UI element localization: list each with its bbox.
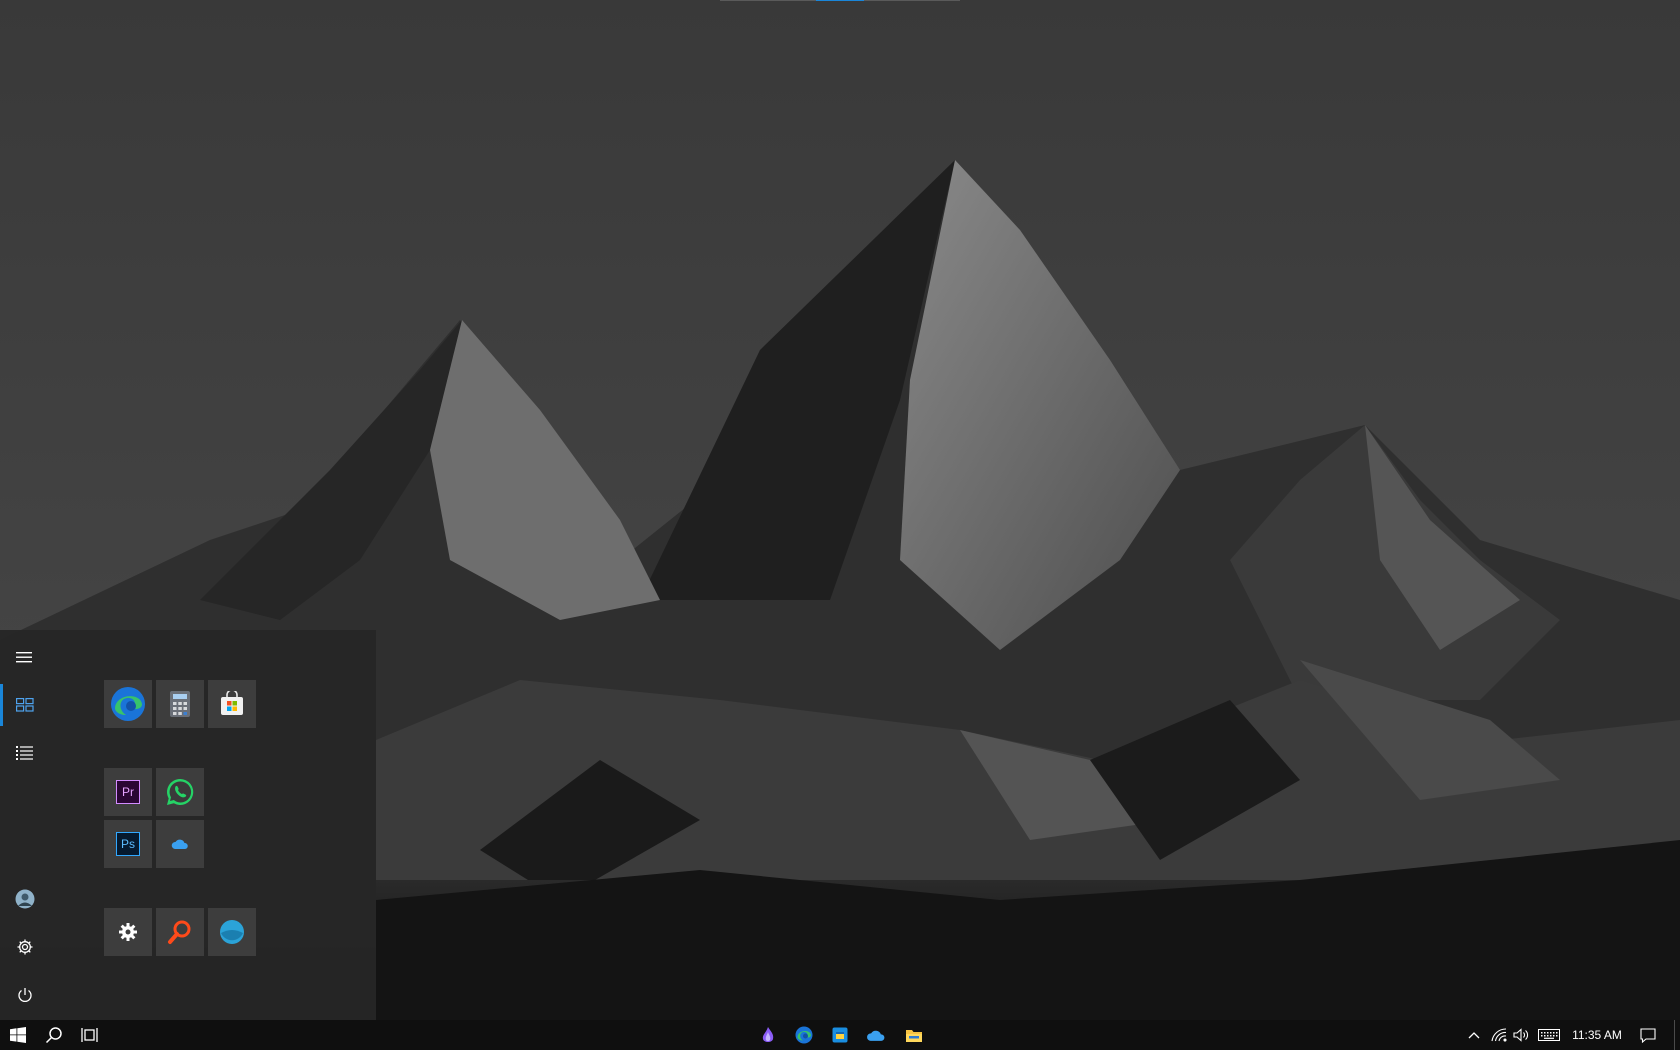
magnifier-icon: [168, 920, 191, 944]
taskbar-edge[interactable]: [786, 1020, 822, 1050]
taskbar-calendar-app[interactable]: [822, 1020, 858, 1050]
blue-app-tile[interactable]: [208, 908, 256, 956]
volume-button[interactable]: [1510, 1020, 1532, 1050]
onedrive-icon: [867, 1030, 885, 1041]
power-icon[interactable]: [0, 972, 50, 1018]
settings-gear-icon[interactable]: [0, 924, 50, 970]
premiere-pro-tile[interactable]: Pr: [104, 768, 152, 816]
show-desktop-button[interactable]: [1674, 1020, 1680, 1050]
edge-icon: [111, 687, 145, 721]
calculator-tile[interactable]: [156, 680, 204, 728]
photoshop-tile[interactable]: Ps: [104, 820, 152, 868]
calendar-app-icon: [832, 1027, 848, 1043]
action-center-icon: [1640, 1027, 1656, 1043]
onedrive-icon: [171, 839, 188, 849]
task-view-icon: [81, 1028, 98, 1042]
taskbar-onedrive[interactable]: [858, 1020, 894, 1050]
edge-icon: [795, 1026, 813, 1044]
search-icon: [45, 1027, 62, 1044]
chevron-up-icon: [1468, 1032, 1480, 1039]
task-view-button[interactable]: [72, 1020, 108, 1050]
purple-app-icon: [762, 1027, 774, 1042]
photoshop-icon: Ps: [116, 832, 140, 856]
all-apps-list-icon[interactable]: [0, 730, 50, 776]
touch-keyboard-button[interactable]: [1536, 1020, 1562, 1050]
keyboard-icon: [1538, 1029, 1560, 1041]
taskbar-file-explorer[interactable]: [896, 1020, 932, 1050]
blue-circle-icon: [220, 920, 244, 944]
taskbar: 11:35 AM: [0, 1020, 1680, 1050]
store-icon: [221, 691, 243, 715]
menu-icon[interactable]: [0, 634, 50, 680]
show-hidden-icons-button[interactable]: [1463, 1020, 1485, 1050]
network-button[interactable]: [1488, 1020, 1510, 1050]
onedrive-tile[interactable]: [156, 820, 204, 868]
volume-icon: [1513, 1028, 1528, 1042]
microsoft-store-tile[interactable]: [208, 680, 256, 728]
premiere-icon: Pr: [116, 780, 140, 804]
start-menu: Pr Ps: [0, 630, 376, 1020]
calculator-icon: [170, 691, 190, 717]
settings-tile[interactable]: [104, 908, 152, 956]
desktop-top-indicator-active: [816, 0, 864, 1]
network-icon: [1491, 1028, 1507, 1042]
taskbar-clock[interactable]: 11:35 AM: [1563, 1020, 1631, 1050]
action-center-button[interactable]: [1636, 1020, 1660, 1050]
file-explorer-icon: [906, 1030, 922, 1042]
windows-logo-icon: [10, 1027, 26, 1043]
whatsapp-icon: [167, 778, 194, 805]
user-avatar[interactable]: [0, 876, 50, 922]
edge-tile[interactable]: [104, 680, 152, 728]
search-app-tile[interactable]: [156, 908, 204, 956]
start-button[interactable]: [0, 1020, 36, 1050]
tiles-icon[interactable]: [0, 682, 50, 728]
gear-icon: [119, 923, 137, 941]
whatsapp-tile[interactable]: [156, 768, 204, 816]
search-button[interactable]: [36, 1020, 72, 1050]
taskbar-purple-app[interactable]: [750, 1020, 786, 1050]
